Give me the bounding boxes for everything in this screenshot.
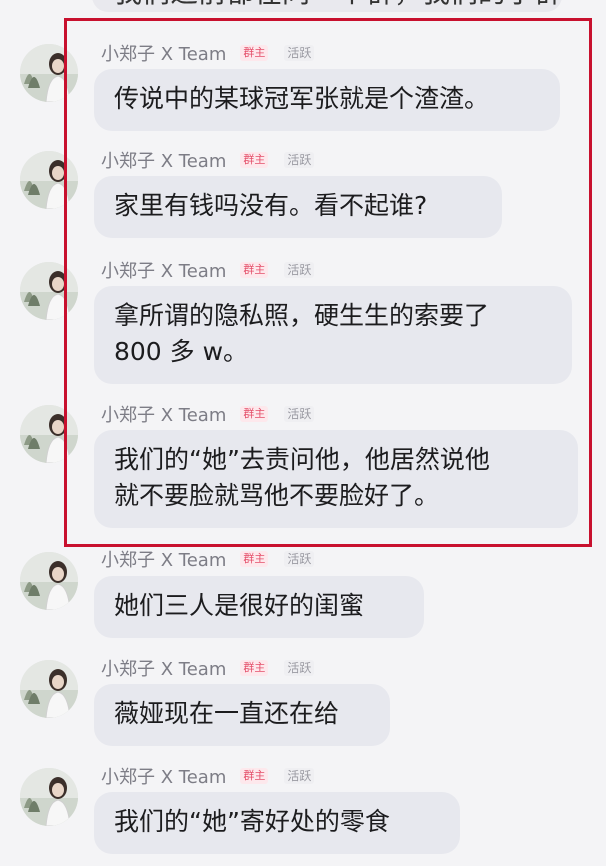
- owner-badge: 群主: [240, 768, 269, 784]
- avatar[interactable]: [20, 552, 78, 610]
- message-text: 传说中的某球冠军张就是个渣渣。: [114, 84, 490, 113]
- previous-message-bubble: 我们之前都在同一个群，我们的小群: [92, 0, 562, 12]
- previous-message-text: 我们之前都在同一个群，我们的小群: [114, 0, 562, 9]
- active-badge: 活跃: [284, 768, 315, 784]
- message-text: 她们三人是很好的闺蜜: [114, 591, 365, 620]
- message-bubble[interactable]: 她们三人是很好的闺蜜: [94, 576, 424, 638]
- active-badge: 活跃: [284, 406, 315, 422]
- message-bubble[interactable]: 我们的“她”去责问他，他居然说他 就不要脸就骂他不要脸好了。: [94, 430, 578, 528]
- owner-badge: 群主: [240, 262, 269, 278]
- message-text-line: 800 多 w。: [114, 337, 249, 366]
- active-badge: 活跃: [284, 152, 315, 168]
- owner-badge: 群主: [240, 152, 269, 168]
- message-text-line: 就不要脸就骂他不要脸好了。: [114, 481, 440, 510]
- owner-badge: 群主: [240, 406, 269, 422]
- sender-name[interactable]: 小郑子 X Team: [101, 401, 226, 427]
- message-meta: 小郑子 X Team 群主 活跃: [101, 546, 315, 572]
- message-bubble[interactable]: 拿所谓的隐私照，硬生生的索要了 800 多 w。: [94, 286, 572, 384]
- sender-name[interactable]: 小郑子 X Team: [101, 763, 226, 789]
- message-bubble[interactable]: 我们的“她”寄好处的零食: [94, 792, 460, 854]
- owner-badge: 群主: [240, 551, 269, 567]
- active-badge: 活跃: [284, 45, 315, 61]
- message-bubble[interactable]: 薇娅现在一直还在给: [94, 684, 390, 746]
- message-bubble[interactable]: 家里有钱吗没有。看不起谁?: [94, 176, 502, 238]
- message-meta: 小郑子 X Team 群主 活跃: [101, 40, 315, 66]
- message-text: 家里有钱吗没有。看不起谁?: [114, 191, 428, 220]
- avatar[interactable]: [20, 44, 78, 102]
- active-badge: 活跃: [284, 660, 315, 676]
- avatar[interactable]: [20, 151, 78, 209]
- message-bubble[interactable]: 传说中的某球冠军张就是个渣渣。: [94, 69, 560, 131]
- sender-name[interactable]: 小郑子 X Team: [101, 147, 226, 173]
- owner-badge: 群主: [240, 660, 269, 676]
- sender-name[interactable]: 小郑子 X Team: [101, 546, 226, 572]
- message-meta: 小郑子 X Team 群主 活跃: [101, 763, 315, 789]
- active-badge: 活跃: [284, 262, 315, 278]
- active-badge: 活跃: [284, 551, 315, 567]
- message-text-line: 拿所谓的隐私照，硬生生的索要了: [114, 301, 490, 330]
- message-meta: 小郑子 X Team 群主 活跃: [101, 655, 315, 681]
- message-meta: 小郑子 X Team 群主 活跃: [101, 401, 315, 427]
- avatar[interactable]: [20, 262, 78, 320]
- owner-badge: 群主: [240, 45, 269, 61]
- avatar[interactable]: [20, 768, 78, 826]
- message-text: 薇娅现在一直还在给: [114, 699, 340, 728]
- message-text-line: 我们的“她”去责问他，他居然说他: [114, 445, 490, 474]
- sender-name[interactable]: 小郑子 X Team: [101, 655, 226, 681]
- message-meta: 小郑子 X Team 群主 活跃: [101, 147, 315, 173]
- avatar[interactable]: [20, 660, 78, 718]
- sender-name[interactable]: 小郑子 X Team: [101, 257, 226, 283]
- message-meta: 小郑子 X Team 群主 活跃: [101, 257, 315, 283]
- sender-name[interactable]: 小郑子 X Team: [101, 40, 226, 66]
- message-text: 我们的“她”寄好处的零食: [114, 807, 390, 836]
- avatar[interactable]: [20, 405, 78, 463]
